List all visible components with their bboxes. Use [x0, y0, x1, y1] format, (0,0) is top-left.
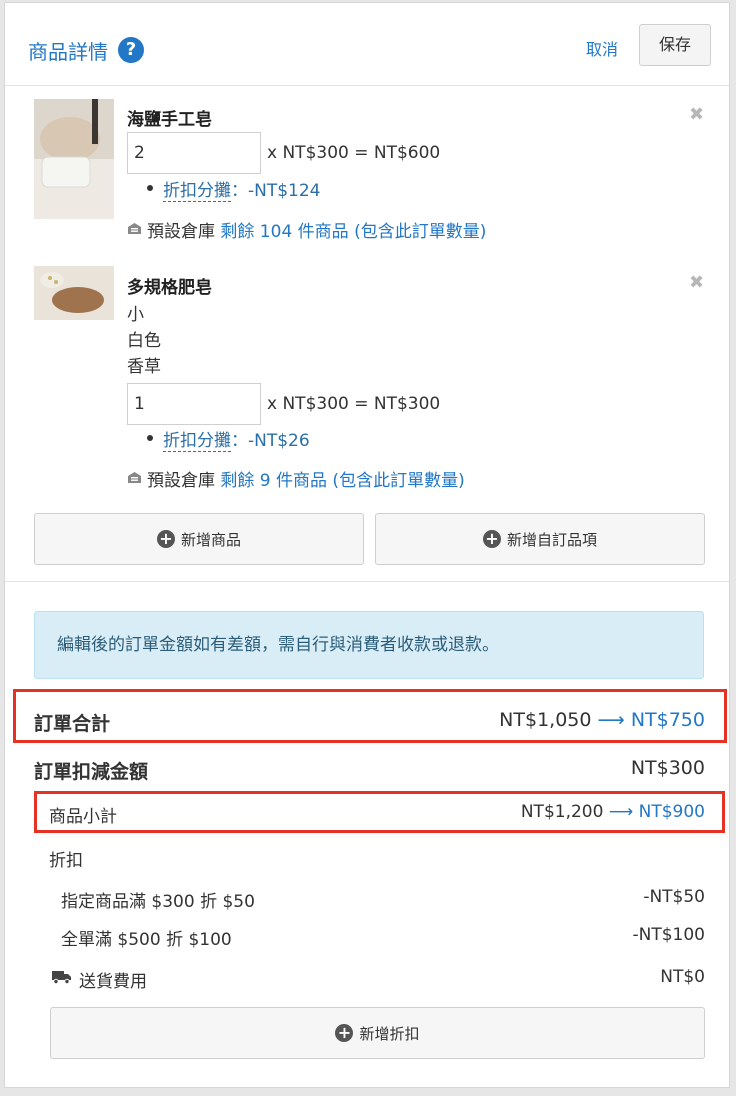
- order-total-label: 訂單合計: [34, 713, 111, 735]
- discount-allocation: 折扣分攤：-NT$124: [163, 176, 321, 202]
- price-line: x NT$300 = NT$600: [267, 143, 441, 163]
- order-total-new: NT$750: [630, 709, 705, 731]
- product-thumbnail: [34, 99, 114, 219]
- discount-allocation-link[interactable]: 折扣分攤: [163, 431, 231, 452]
- arrow-right-icon: ⟶: [597, 709, 625, 731]
- question-circle-icon[interactable]: ?: [118, 37, 144, 63]
- subtotal-label: 商品小計: [49, 807, 117, 827]
- truck-icon: [52, 971, 71, 984]
- discount-section-label: 折扣: [49, 851, 83, 871]
- warehouse-info: 預設倉庫 剩餘 104 件商品 (包含此訂單數量): [147, 217, 486, 242]
- add-product-button[interactable]: + 新增商品: [34, 513, 364, 565]
- notice-alert: 編輯後的訂單金額如有差額，需自行與消費者收款或退款。: [34, 611, 704, 679]
- discount-item-label: 指定商品滿 $300 折 $50: [61, 892, 255, 912]
- add-custom-item-label: 新增自訂品項: [506, 530, 597, 549]
- page-title: 商品詳情: [28, 40, 108, 64]
- arrow-right-icon: ⟶: [608, 802, 634, 822]
- shipping-value: NT$0: [660, 967, 705, 987]
- discount-item-label: 全單滿 $500 折 $100: [61, 930, 232, 950]
- quantity-input[interactable]: 2: [127, 132, 261, 174]
- cancel-button[interactable]: 取消: [586, 36, 618, 60]
- subtotal-value: NT$1,200 ⟶ NT$900: [521, 802, 705, 822]
- save-button[interactable]: 保存: [639, 24, 711, 66]
- plus-circle-icon: +: [335, 1024, 354, 1042]
- deduction-label: 訂單扣減金額: [34, 761, 149, 783]
- variant-scent: 香草: [127, 357, 161, 377]
- discount-item-value: -NT$50: [643, 887, 705, 907]
- shipping-label: 送貨費用: [79, 972, 147, 992]
- subtotal-new: NT$900: [638, 802, 705, 822]
- warehouse-icon: [128, 472, 141, 483]
- warehouse-info: 預設倉庫 剩餘 9 件商品 (包含此訂單數量): [147, 466, 465, 491]
- add-discount-button[interactable]: + 新增折扣: [50, 1007, 705, 1059]
- discount-item-value: -NT$100: [632, 925, 706, 945]
- discount-allocation-link[interactable]: 折扣分攤: [163, 181, 231, 202]
- bullet-icon: [147, 435, 153, 441]
- subtotal-old: NT$1,200: [520, 802, 604, 822]
- product-item: 海鹽手工皂 ✖ 2 x NT$300 = NT$600 折扣分攤：-NT$124…: [5, 86, 729, 246]
- warehouse-label: 預設倉庫: [147, 471, 215, 491]
- discount-allocation-value: ：-NT$26: [231, 431, 310, 451]
- quantity-input[interactable]: 1: [127, 383, 261, 425]
- section-divider: [5, 581, 729, 582]
- price-line: x NT$300 = NT$300: [267, 394, 441, 414]
- warehouse-label: 預設倉庫: [147, 222, 215, 242]
- product-details-panel: 商品詳情 ? 取消 保存 海鹽手工皂 ✖ 2 x NT$300 = NT$600…: [4, 2, 730, 1088]
- add-custom-item-button[interactable]: + 新增自訂品項: [375, 513, 705, 565]
- bullet-icon: [147, 185, 153, 191]
- add-discount-label: 新增折扣: [359, 1024, 420, 1043]
- add-product-label: 新增商品: [180, 530, 241, 549]
- plus-circle-icon: +: [482, 530, 501, 548]
- plus-circle-icon: +: [156, 530, 175, 548]
- deduction-value: NT$300: [630, 757, 705, 779]
- discount-allocation: 折扣分攤：-NT$26: [163, 426, 310, 452]
- stock-link[interactable]: 剩餘 104 件商品 (包含此訂單數量): [220, 222, 486, 242]
- variant-color: 白色: [127, 331, 161, 351]
- product-item: 多規格肥皂 ✖ 小 白色 香草 1 x NT$300 = NT$300 折扣分攤…: [5, 258, 729, 498]
- variant-size: 小: [127, 305, 144, 325]
- warehouse-icon: [128, 223, 141, 234]
- order-total-value: NT$1,050 ⟶ NT$750: [499, 709, 705, 731]
- stock-link[interactable]: 剩餘 9 件商品 (包含此訂單數量): [220, 471, 464, 491]
- product-thumbnail: [34, 266, 114, 320]
- product-name: 海鹽手工皂: [127, 110, 212, 130]
- discount-allocation-value: ：-NT$124: [231, 181, 321, 201]
- product-name: 多規格肥皂: [127, 278, 212, 298]
- close-icon[interactable]: ✖: [689, 272, 704, 293]
- close-icon[interactable]: ✖: [689, 104, 704, 125]
- order-total-old: NT$1,050: [499, 709, 592, 731]
